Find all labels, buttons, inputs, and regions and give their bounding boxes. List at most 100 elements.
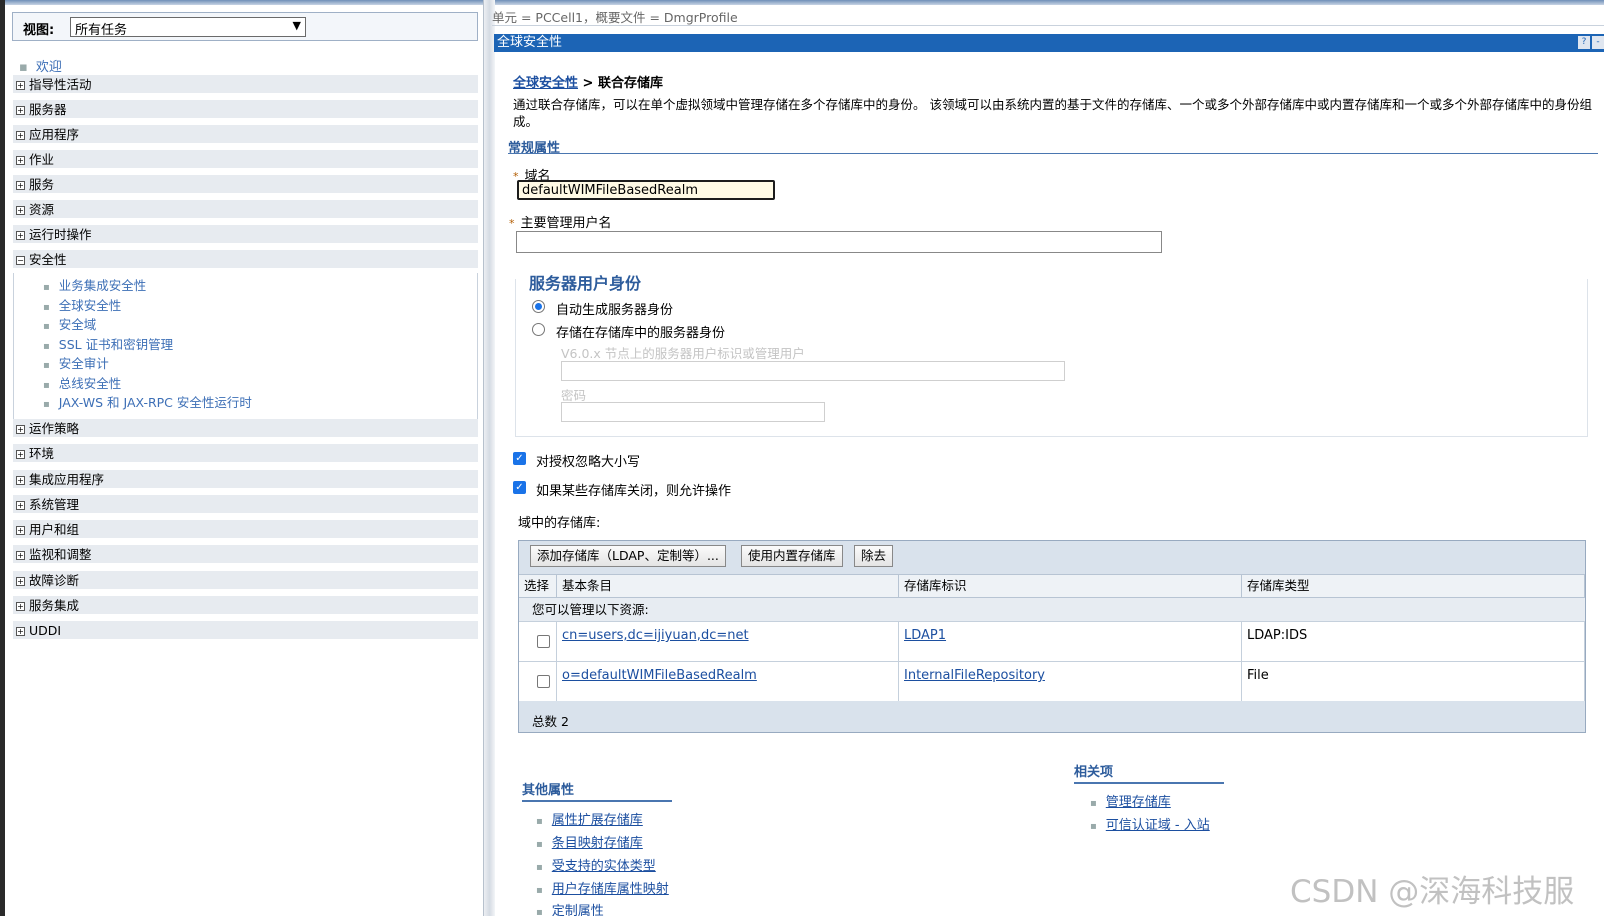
other-link-entry-mapping: ▪ 条目映射存储库 xyxy=(536,836,643,851)
divider xyxy=(492,25,1604,26)
allow-ops-checkbox[interactable]: ✓ xyxy=(513,481,526,494)
nav-group-guided[interactable]: + 指导性活动 xyxy=(13,75,478,94)
nav-group-environment[interactable]: + 环境 xyxy=(13,444,478,463)
nav-group-applications[interactable]: + 应用程序 xyxy=(13,125,478,144)
view-select[interactable]: 所有任务 ▼ xyxy=(70,17,306,38)
repository-type-cell: File xyxy=(1242,661,1585,701)
other-link-property-extension: ▪ 属性扩展存储库 xyxy=(536,813,643,828)
expand-icon: + xyxy=(16,206,25,215)
base-entry-link[interactable]: cn=users,dc=ijiyuan,dc=net xyxy=(562,628,749,643)
select-cell xyxy=(519,661,557,701)
nav-group-services[interactable]: + 服务 xyxy=(13,175,478,194)
column-header-repository-type[interactable]: 存储库类型 xyxy=(1242,574,1585,597)
view-selector-bar: 视图: 所有任务 ▼ xyxy=(12,12,478,41)
bullet-icon: ▪ xyxy=(536,862,543,873)
remove-button[interactable]: 除去 xyxy=(854,545,894,567)
nav-group-system-admin[interactable]: + 系统管理 xyxy=(13,495,478,514)
repository-type-cell: LDAP:IDS xyxy=(1242,621,1585,661)
v6-user-input xyxy=(561,361,1065,381)
expand-icon: + xyxy=(16,551,25,560)
nav-link-ssl[interactable]: ▪ SSL 证书和密钥管理 xyxy=(43,334,173,353)
nav-group-uddi[interactable]: + UDDI xyxy=(13,621,478,640)
admin-user-input[interactable] xyxy=(516,231,1162,253)
expand-icon: + xyxy=(16,81,25,90)
nav-link-security-domains[interactable]: ▪ 安全域 xyxy=(43,314,96,333)
bullet-icon: ▪ xyxy=(43,321,50,332)
nav-link-jaxws[interactable]: ▪ JAX-WS 和 JAX-RPC 安全性运行时 xyxy=(43,392,252,411)
nav-link-audit[interactable]: ▪ 安全审计 xyxy=(43,353,109,372)
bullet-icon: ▪ xyxy=(43,282,50,293)
breadcrumb-link-global-security[interactable]: 全球安全性 xyxy=(513,76,578,91)
auto-generate-radio[interactable] xyxy=(532,300,545,313)
ignore-case-checkbox[interactable]: ✓ xyxy=(513,452,526,465)
divider xyxy=(508,153,1598,154)
expand-icon: + xyxy=(16,450,25,459)
expand-icon: + xyxy=(16,131,25,140)
other-link-attribute-mapping: ▪ 用户存储库属性映射 xyxy=(536,882,669,897)
base-entry-cell: cn=users,dc=ijiyuan,dc=net xyxy=(557,621,899,661)
bullet-icon: ▪ xyxy=(536,839,543,850)
admin-user-label: * 主要管理用户名 xyxy=(509,216,612,231)
repository-id-link[interactable]: LDAP1 xyxy=(904,628,946,643)
navigation-pane: 视图: 所有任务 ▼ ▪ 欢迎 + 指导性活动 + 服务器 + 应用程序 + 作业 + 服务… xyxy=(5,5,483,916)
pane-splitter[interactable] xyxy=(483,0,495,916)
nav-link-business-security[interactable]: ▪ 业务集成安全性 xyxy=(43,275,146,294)
nav-group-jobs[interactable]: + 作业 xyxy=(13,150,478,169)
expand-icon: + xyxy=(16,156,25,165)
add-repository-button[interactable]: 添加存储库（LDAP、定制等）... xyxy=(530,545,726,567)
server-identity-legend: 服务器用户身份 xyxy=(527,270,644,294)
view-select-value: 所有任务 xyxy=(75,23,128,38)
breadcrumb-current: 联合存储库 xyxy=(597,76,663,91)
expand-icon: + xyxy=(16,501,25,510)
bullet-icon: ▪ xyxy=(1090,821,1097,832)
realm-name-input[interactable]: defaultWIMFileBasedRealm xyxy=(517,180,775,200)
column-header-base-entry[interactable]: 基本条目 xyxy=(557,574,899,597)
row-checkbox[interactable] xyxy=(537,635,550,648)
nav-group-monitoring[interactable]: + 监视和调整 xyxy=(13,545,478,564)
ignore-case-label: 对授权忽略大小写 xyxy=(536,455,641,470)
nav-group-troubleshooting[interactable]: + 故障诊断 xyxy=(13,571,478,590)
nav-group-runtime[interactable]: + 运行时操作 xyxy=(13,225,478,244)
repositories-label: 域中的存储库: xyxy=(518,516,601,531)
nav-group-servers[interactable]: + 服务器 xyxy=(13,100,478,119)
expand-icon: + xyxy=(16,425,25,434)
nav-group-resources[interactable]: + 资源 xyxy=(13,200,478,219)
expand-icon: + xyxy=(16,106,25,115)
use-builtin-repository-button[interactable]: 使用内置存储库 xyxy=(741,545,843,567)
bullet-icon: ▪ xyxy=(19,60,28,75)
portlet-title-bar: 全球安全性 ? - xyxy=(494,34,1604,52)
nav-group-users-groups[interactable]: + 用户和组 xyxy=(13,520,478,539)
minimize-icon[interactable]: - xyxy=(1592,36,1604,49)
select-cell xyxy=(519,621,557,661)
welcome-link[interactable]: ▪ 欢迎 xyxy=(19,56,62,75)
column-header-repository-id[interactable]: 存储库标识 xyxy=(899,574,1242,597)
stored-identity-radio[interactable] xyxy=(532,323,545,336)
expand-icon: + xyxy=(16,231,25,240)
table-total: 总数 2 xyxy=(532,714,569,729)
nav-group-security[interactable]: − 安全性 xyxy=(13,250,478,269)
base-entry-link[interactable]: o=defaultWIMFileBasedRealm xyxy=(562,668,757,683)
nav-group-policies[interactable]: + 运作策略 xyxy=(13,419,478,438)
breadcrumb: 全球安全性 > 联合存储库 xyxy=(513,72,663,91)
view-label: 视图: xyxy=(23,23,55,38)
other-link-entity-types: ▪ 受支持的实体类型 xyxy=(536,859,656,874)
nav-link-bus-security[interactable]: ▪ 总线安全性 xyxy=(43,373,121,392)
bullet-icon: ▪ xyxy=(43,341,50,352)
nav-link-global-security[interactable]: ▪ 全球安全性 xyxy=(43,295,121,314)
allow-ops-label: 如果某些存储库关闭，则允许操作 xyxy=(536,484,732,499)
breadcrumb-separator: > xyxy=(578,76,598,91)
repository-id-cell: InternalFileRepository xyxy=(899,661,1242,701)
expand-icon: + xyxy=(16,526,25,535)
nav-group-service-integration[interactable]: + 服务集成 xyxy=(13,596,478,615)
bullet-icon: ▪ xyxy=(536,907,543,916)
nav-group-integrated-apps[interactable]: + 集成应用程序 xyxy=(13,470,478,489)
bullet-icon: ▪ xyxy=(43,302,50,313)
row-checkbox[interactable] xyxy=(537,675,550,688)
expand-icon: + xyxy=(16,627,25,636)
other-properties-heading: 其他属性 xyxy=(522,779,672,802)
watermark: CSDN @深海科技服务 xyxy=(1290,874,1575,910)
repository-id-link[interactable]: InternalFileRepository xyxy=(904,668,1045,683)
help-icon[interactable]: ? xyxy=(1578,36,1590,49)
related-link-trusted-realms: ▪ 可信认证域 - 入站 xyxy=(1090,818,1210,833)
scope-line: 单元 = PCCell1，概要文件 = DmgrProfile xyxy=(492,10,738,25)
